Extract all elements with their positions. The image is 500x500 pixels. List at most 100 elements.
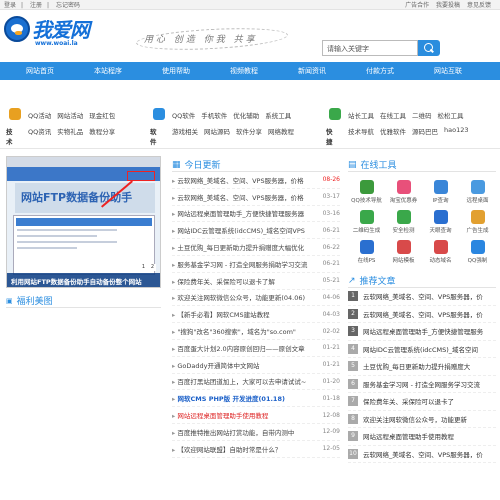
link[interactable]: 实物礼品 xyxy=(57,126,83,136)
tool-item[interactable]: 广告生成 xyxy=(459,208,496,238)
news-title[interactable]: 网站远程桌面管理助手_方便快捷管理服务器 xyxy=(172,208,312,218)
slideshow[interactable]: 网站FTP数据备份助手 1 2 利用网站FTP数据备份助手自动备份整个网站 xyxy=(6,156,161,288)
recommend-title-text[interactable]: 欢迎关注网软微信公众号，功能更新 xyxy=(363,414,493,424)
link[interactable]: 网站活动 xyxy=(57,110,83,120)
news-item[interactable]: GoDaddy开通简体中文网站 01-21 xyxy=(172,357,340,374)
link[interactable]: 站长工具 xyxy=(348,110,374,120)
link[interactable]: 手机软件 xyxy=(201,110,227,120)
news-title[interactable]: 【欢迎网站联盟】自助时常是什么？ xyxy=(172,444,312,454)
tool-item[interactable]: IP查询 xyxy=(422,178,459,208)
news-item[interactable]: 【新手必看】网软CMS建站教程 04-03 xyxy=(172,306,340,324)
news-item[interactable]: 欢迎关注网软微信公众号，功能更新(04.06) 04-06 xyxy=(172,290,340,307)
feedback-link[interactable]: 意见反馈 xyxy=(467,2,491,9)
news-title[interactable]: GoDaddy开通简体中文网站 xyxy=(172,360,312,370)
link[interactable]: 游戏相关 xyxy=(172,126,198,136)
recommend-item[interactable]: 10 云软网络_美域名、空间、VPS服务器，价 xyxy=(348,446,496,463)
nav-video[interactable]: 视频教程 xyxy=(210,66,278,76)
recommend-item[interactable]: 6 服务基金学习网 - 打造全网服务学习交流 xyxy=(348,376,496,393)
news-item[interactable]: 百度推特推出网站打赏功能，自带内测中 12-09 xyxy=(172,424,340,441)
news-item[interactable]: 土豆优购_每日更新助力提升捐赠度大幅优化 06-22 xyxy=(172,239,340,256)
recommend-item[interactable]: 2 云软网络_美域名、空间、VPS服务器，价 xyxy=(348,306,496,323)
news-item[interactable]: 网站IDC云管理系统(idcCMS)_域名空间VPS 06-21 xyxy=(172,222,340,240)
recommend-title-text[interactable]: 网站IDC云管理系统(idcCMS)_域名空间 xyxy=(363,344,493,354)
nav-programs[interactable]: 本站程序 xyxy=(74,66,142,76)
news-item[interactable]: "搜狗"改名"360搜索"，域名为"so.com" 02-02 xyxy=(172,323,340,340)
tool-item[interactable]: 二维码生成 xyxy=(348,208,385,238)
tool-item[interactable]: 在线PS xyxy=(348,238,385,268)
tool-item[interactable]: QQ技术导航 xyxy=(348,178,385,208)
link[interactable]: 优化辅助 xyxy=(233,110,259,120)
recommend-item[interactable]: 4 网站IDC云管理系统(idcCMS)_域名空间 xyxy=(348,341,496,358)
recommend-title-text[interactable]: 云软网络_美域名、空间、VPS服务器，价 xyxy=(363,449,493,459)
news-item[interactable]: 云软网络_美域名、空间、VPS服务器，价格 08-26 xyxy=(172,172,340,189)
news-item[interactable]: 网站远程桌面管理助手_方便快捷管理服务器 03-16 xyxy=(172,206,340,223)
news-item[interactable]: 保险费年关、采保险可以退卡了解 05-21 xyxy=(172,273,340,290)
recommend-title-text[interactable]: 云软网络_美域名、空间、VPS服务器，价 xyxy=(363,309,493,319)
news-item[interactable]: 网软CMS PHP版 开发进度(01.18) 01-18 xyxy=(172,390,340,408)
slide-caption[interactable]: 利用网站FTP数据备份助手自动备份整个网站 xyxy=(7,273,160,287)
link[interactable]: 二维码 xyxy=(412,110,432,120)
link[interactable]: QQ软件 xyxy=(172,110,195,120)
slide-page-1[interactable]: 1 xyxy=(140,264,147,271)
link[interactable]: 优雅软件 xyxy=(380,126,406,136)
link[interactable]: 现金红包 xyxy=(89,110,115,120)
news-item[interactable]: 服务基金学习网 - 打造全网服务捐助学习交流 06-21 xyxy=(172,256,340,273)
nav-home[interactable]: 网站首页 xyxy=(6,66,74,76)
forgot-password-link[interactable]: 忘记密码 xyxy=(56,2,80,9)
news-title[interactable]: 服务基金学习网 - 打造全网服务捐助学习交流 xyxy=(172,259,312,269)
recommend-title-text[interactable]: 服务基金学习网 - 打造全网服务学习交流 xyxy=(363,379,493,389)
news-title[interactable]: 百度推特推出网站打赏功能，自带内测中 xyxy=(172,427,312,437)
login-link[interactable]: 登录 xyxy=(4,2,16,9)
link[interactable]: hao123 xyxy=(444,126,469,136)
tool-item[interactable]: 安全检测 xyxy=(385,208,422,238)
tool-item[interactable]: QQ强制 xyxy=(459,238,496,268)
tool-item[interactable]: 淘宝优惠券 xyxy=(385,178,422,208)
search-input[interactable]: 请输入关键字 xyxy=(322,40,418,56)
nav-links[interactable]: 网站互联 xyxy=(414,66,482,76)
recommend-title-text[interactable]: 土豆优购_每日更新助力提升捐赠度大 xyxy=(363,361,493,371)
slide-page-2[interactable]: 2 xyxy=(149,264,156,271)
news-title[interactable]: 百度打黑站团道加上，大家可以去申请试试~ xyxy=(172,376,312,386)
recommend-item[interactable]: 9 网站远程桌面管理助手使用教程 xyxy=(348,428,496,446)
news-item[interactable]: 【欢迎网站联盟】自助时常是什么？ 12-05 xyxy=(172,441,340,458)
tool-item[interactable]: 网站模板 xyxy=(385,238,422,268)
link[interactable]: 松松工具 xyxy=(438,110,464,120)
link[interactable]: 软件分享 xyxy=(236,126,262,136)
recommend-title-text[interactable]: 保险费年关、采保险可以退卡了 xyxy=(363,396,493,406)
link[interactable]: QQ活动 xyxy=(28,110,51,120)
link[interactable]: 技术导航 xyxy=(348,126,374,136)
news-title[interactable]: 【新手必看】网软CMS建站教程 xyxy=(172,309,312,319)
news-title[interactable]: 云软网络_美域名、空间、VPS服务器，价格 xyxy=(172,175,312,185)
news-title[interactable]: 百度蛋大计划2.0内容原创回归——原创文章 xyxy=(172,343,312,353)
tool-item[interactable]: 天眼查询 xyxy=(422,208,459,238)
recommend-title-text[interactable]: 云软网络_美域名、空间、VPS服务器，价 xyxy=(363,291,493,301)
nav-payment[interactable]: 付款方式 xyxy=(346,66,414,76)
news-title[interactable]: 网站IDC云管理系统(idcCMS)_域名空间VPS xyxy=(172,225,312,235)
news-title[interactable]: 云软网络_美域名、空间、VPS服务器，价格 xyxy=(172,192,312,202)
nav-news[interactable]: 新闻资讯 xyxy=(278,66,346,76)
link[interactable]: 系统工具 xyxy=(265,110,291,120)
submit-link[interactable]: 我要投稿 xyxy=(436,2,460,9)
recommend-title-text[interactable]: 网站远程桌面管理助手_方便快捷管理服务 xyxy=(363,326,493,336)
tool-item[interactable]: 动态域名 xyxy=(422,238,459,268)
news-item[interactable]: 云软网络_美域名、空间、VPS服务器，价格 03-17 xyxy=(172,189,340,206)
nav-help[interactable]: 使用帮助 xyxy=(142,66,210,76)
tool-item[interactable]: 远程桌面 xyxy=(459,178,496,208)
news-title[interactable]: 欢迎关注网软微信公众号，功能更新(04.06) xyxy=(172,292,312,302)
news-title[interactable]: 土豆优购_每日更新助力提升捐赠度大幅优化 xyxy=(172,242,312,252)
news-title[interactable]: "搜狗"改名"360搜索"，域名为"so.com" xyxy=(172,326,312,336)
recommend-item[interactable]: 5 土豆优购_每日更新助力提升捐赠度大 xyxy=(348,358,496,376)
recommend-title-text[interactable]: 网站远程桌面管理助手使用教程 xyxy=(363,431,493,441)
search-button[interactable] xyxy=(418,40,440,56)
recommend-item[interactable]: 7 保险费年关、采保险可以退卡了 xyxy=(348,393,496,411)
link[interactable]: QQ资讯 xyxy=(28,126,51,136)
link[interactable]: 源码巴巴 xyxy=(412,126,438,136)
news-title[interactable]: 保险费年关、采保险可以退卡了解 xyxy=(172,276,312,286)
register-link[interactable]: 注册 xyxy=(30,2,42,9)
link[interactable]: 网站源码 xyxy=(204,126,230,136)
link[interactable]: 网络教程 xyxy=(268,126,294,136)
news-item[interactable]: 百度打黑站团道加上，大家可以去申请试试~ 01-20 xyxy=(172,374,340,391)
news-item[interactable]: 百度蛋大计划2.0内容原创回归——原创文章 01-21 xyxy=(172,340,340,357)
site-logo[interactable]: 我爱网 www.woai.la xyxy=(4,14,104,54)
news-item[interactable]: 网站远程桌面管理助手使用教程 12-08 xyxy=(172,407,340,424)
